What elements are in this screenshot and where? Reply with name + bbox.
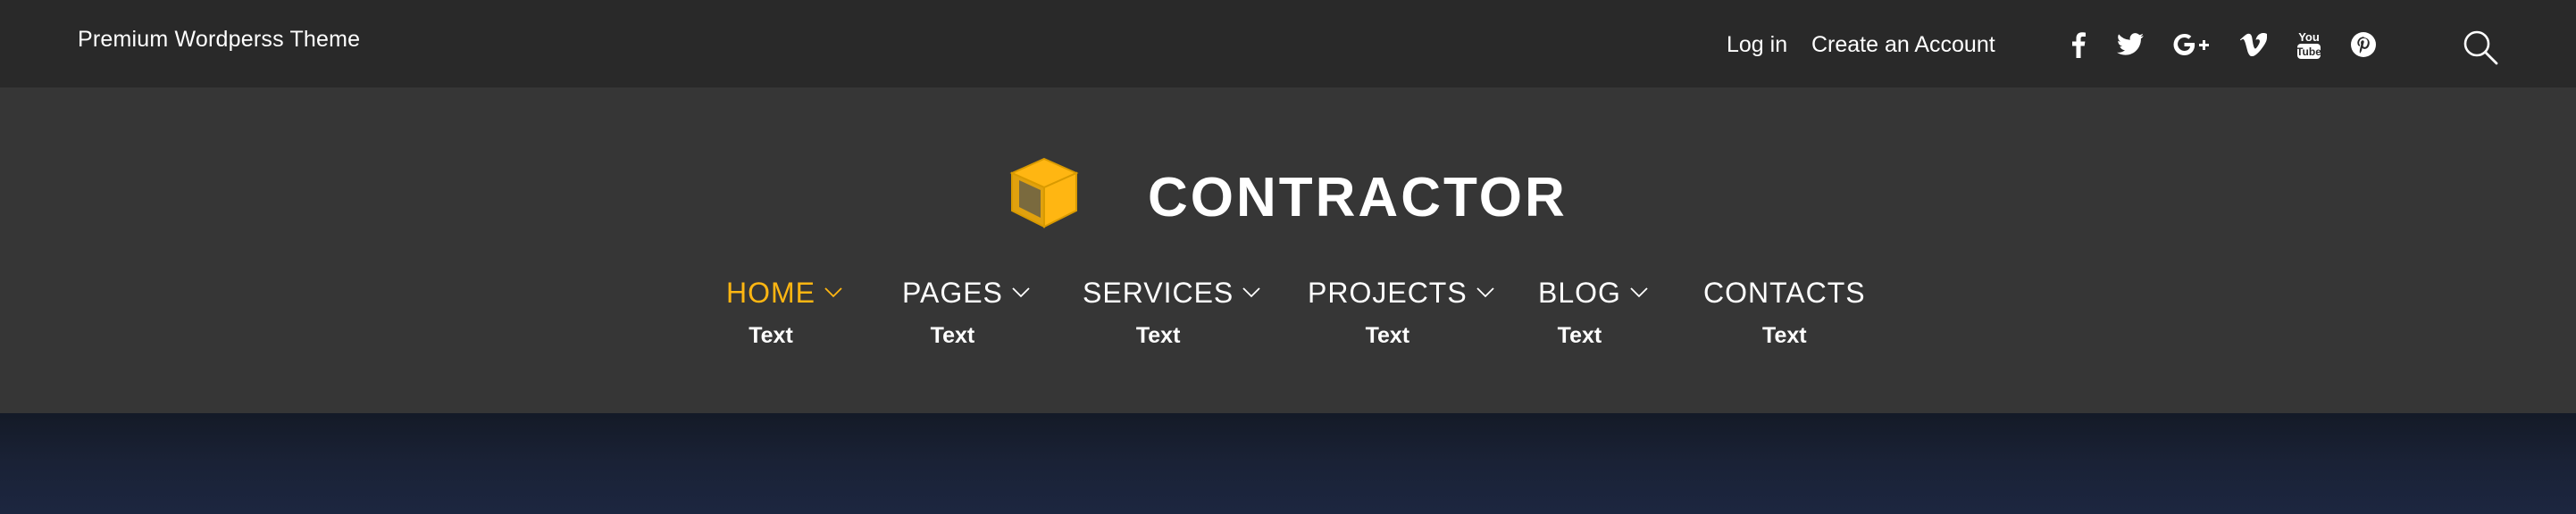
nav-item-sub: Text xyxy=(1365,323,1410,348)
hero-image xyxy=(0,413,2576,514)
nav-item-sub: Text xyxy=(1135,323,1181,348)
svg-text:You: You xyxy=(2298,30,2320,44)
nav-item-label: CONTACTS xyxy=(1703,277,1866,309)
nav-item-pages[interactable]: PAGES Text xyxy=(902,278,1030,349)
nav-item-projects[interactable]: PROJECTS Text xyxy=(1308,278,1494,349)
login-link[interactable]: Log in xyxy=(1727,32,1787,58)
facebook-icon[interactable] xyxy=(2061,27,2096,62)
chevron-down-icon xyxy=(824,287,842,298)
nav-item-label: HOME xyxy=(726,277,815,309)
nav-item-label: PROJECTS xyxy=(1308,277,1468,309)
search-icon[interactable] xyxy=(2462,29,2499,66)
nav-item-home[interactable]: HOME Text xyxy=(726,278,842,349)
chevron-down-icon xyxy=(1476,287,1494,298)
nav-item-label: SERVICES xyxy=(1083,277,1234,309)
site-header: CONTRACTOR HOME Text PAGES Text SERVICES… xyxy=(0,87,2576,413)
pinterest-icon[interactable] xyxy=(2346,27,2381,62)
nav-item-contacts[interactable]: CONTACTS Text xyxy=(1703,278,1866,349)
chevron-down-icon xyxy=(1242,287,1260,298)
nav-item-sub: Text xyxy=(1557,323,1602,348)
nav-item-blog[interactable]: BLOG Text xyxy=(1538,278,1648,349)
google-plus-icon[interactable] xyxy=(2173,27,2209,62)
nav-item-label: PAGES xyxy=(902,277,1003,309)
chevron-down-icon xyxy=(1012,287,1030,298)
site-tagline: Premium Wordperss Theme xyxy=(78,27,361,52)
top-bar: Premium Wordperss Theme Log in Create an… xyxy=(0,0,2576,87)
site-brand[interactable]: CONTRACTOR xyxy=(1148,166,1568,229)
nav-item-services[interactable]: SERVICES Text xyxy=(1083,278,1260,349)
create-account-link[interactable]: Create an Account xyxy=(1811,32,1995,58)
nav-item-label: BLOG xyxy=(1538,277,1621,309)
nav-item-sub: Text xyxy=(930,323,975,348)
nav-item-sub: Text xyxy=(1762,323,1807,348)
twitter-icon[interactable] xyxy=(2112,27,2148,62)
svg-text:Tube: Tube xyxy=(2296,46,2321,58)
vimeo-icon[interactable] xyxy=(2236,27,2271,62)
chevron-down-icon xyxy=(1630,287,1648,298)
nav-item-sub: Text xyxy=(749,323,793,348)
youtube-icon[interactable]: You Tube xyxy=(2291,27,2327,62)
cube-logo-icon[interactable] xyxy=(1008,155,1081,230)
